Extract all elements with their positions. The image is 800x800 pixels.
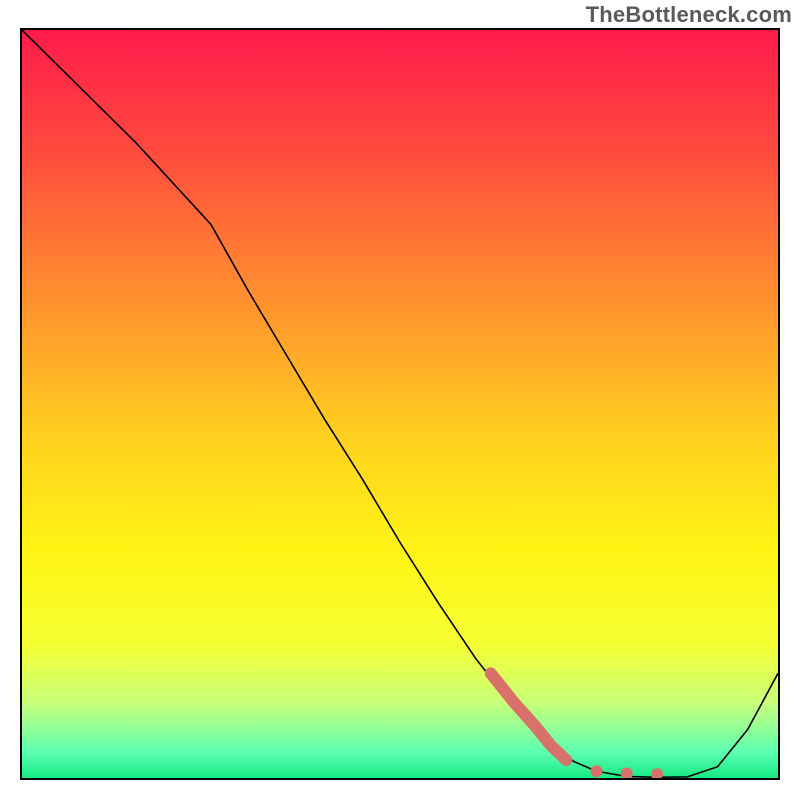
plot-area	[20, 28, 780, 780]
watermark-label: TheBottleneck.com	[586, 2, 792, 28]
chart-frame: TheBottleneck.com	[0, 0, 800, 800]
chart-svg	[22, 30, 778, 778]
dot-1	[591, 765, 603, 777]
